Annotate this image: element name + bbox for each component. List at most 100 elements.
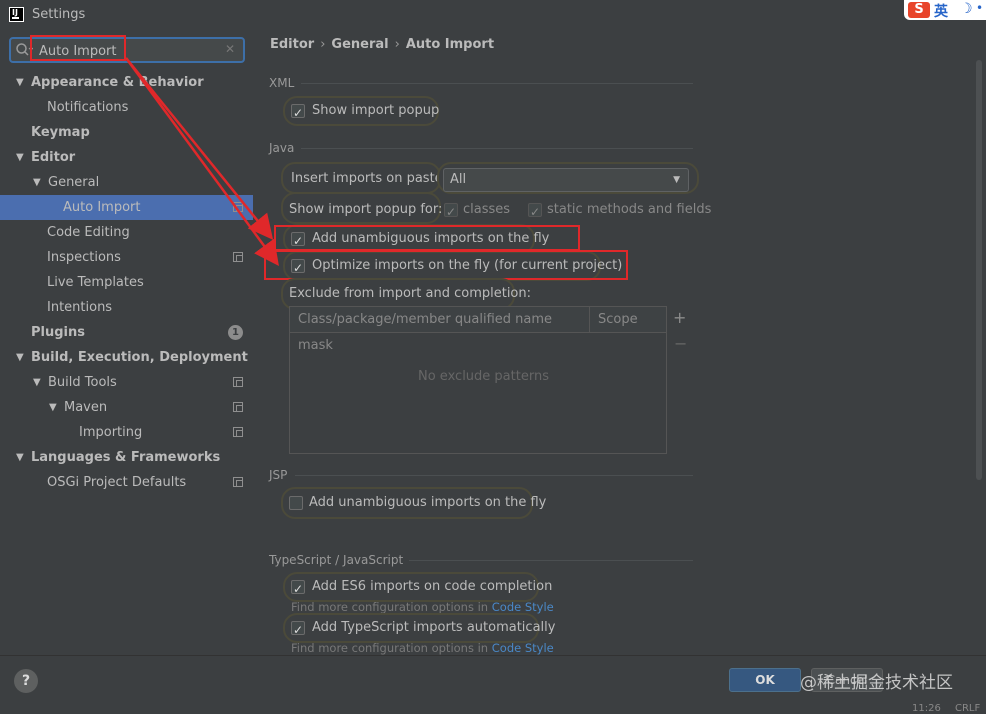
sidebar-item-languages-frameworks[interactable]: ▼ Languages & Frameworks xyxy=(0,445,253,470)
sidebar-item-label: Importing xyxy=(79,425,143,440)
ime-toolbar[interactable]: S 英 ☽ • xyxy=(904,0,986,20)
sidebar-item-label: Intentions xyxy=(47,300,113,315)
code-style-link[interactable]: Code Style xyxy=(492,641,554,655)
sidebar-item-live-templates[interactable]: Live Templates xyxy=(0,270,253,295)
project-scope-icon xyxy=(233,427,243,437)
static-methods-checkbox[interactable] xyxy=(528,199,542,225)
hint-text: Find more configuration options in xyxy=(291,600,489,614)
sidebar-item-keymap[interactable]: Keymap xyxy=(0,120,253,145)
section-divider xyxy=(301,83,693,84)
java-section-title: Java xyxy=(269,141,295,155)
watermark: @稀土掘金技术社区 xyxy=(800,673,953,693)
es6-imports-label[interactable]: Add ES6 imports on code completion xyxy=(312,574,552,600)
clear-search-icon[interactable]: ✕ xyxy=(225,42,235,56)
punctuation-icon[interactable]: • xyxy=(976,1,983,15)
project-scope-icon xyxy=(233,202,243,212)
sidebar-item-importing[interactable]: Importing xyxy=(0,420,253,445)
code-style-link[interactable]: Code Style xyxy=(492,600,554,614)
search-input[interactable] xyxy=(39,42,219,60)
sidebar-item-osgi-project-defaults[interactable]: OSGi Project Defaults xyxy=(0,470,253,495)
expand-arrow-icon[interactable]: ▼ xyxy=(33,170,41,195)
ok-button[interactable]: OK xyxy=(729,668,801,692)
expand-arrow-icon[interactable]: ▼ xyxy=(16,445,24,470)
sidebar-item-label: General xyxy=(48,175,100,190)
sidebar-item-build-execution-deployment[interactable]: ▼ Build, Execution, Deployment xyxy=(0,345,253,370)
empty-table-text: No exclude patterns xyxy=(418,369,549,384)
settings-search-box[interactable]: ✕ xyxy=(9,37,245,63)
expand-arrow-icon[interactable]: ▼ xyxy=(16,70,24,95)
ime-language-toggle[interactable]: 英 xyxy=(934,1,948,21)
classes-checkbox[interactable] xyxy=(444,199,458,225)
status-time: 11:26 xyxy=(912,703,941,714)
sidebar-item-label: Languages & Frameworks xyxy=(31,450,221,465)
project-scope-icon xyxy=(233,402,243,412)
static-methods-label[interactable]: static methods and fields xyxy=(547,197,711,223)
vertical-scrollbar[interactable] xyxy=(976,60,982,480)
jsp-add-unambiguous-checkbox[interactable] xyxy=(289,496,303,510)
help-button[interactable]: ? xyxy=(14,669,38,693)
table-header: Class/package/member qualified name mask… xyxy=(290,307,666,353)
sidebar-item-label: Editor xyxy=(31,150,76,165)
breadcrumb-separator: › xyxy=(394,37,400,52)
sidebar-item-label: Auto Import xyxy=(63,200,141,215)
column-header-scope[interactable]: Scope xyxy=(590,307,666,333)
sidebar-item-label: Plugins xyxy=(31,325,85,340)
sidebar-item-label: Notifications xyxy=(47,100,129,115)
moon-icon[interactable]: ☽ xyxy=(960,1,973,17)
breadcrumb-general: General xyxy=(331,37,389,52)
remove-pattern-button[interactable]: − xyxy=(674,334,687,353)
sidebar-item-inspections[interactable]: Inspections xyxy=(0,245,253,270)
jsp-section-title: JSP xyxy=(269,468,288,482)
settings-content-panel: Editor › General › Auto Import XML Show impo… xyxy=(254,30,986,655)
sidebar-item-intentions[interactable]: Intentions xyxy=(0,295,253,320)
breadcrumb: Editor › General › Auto Import xyxy=(270,37,494,52)
classes-label[interactable]: classes xyxy=(463,197,510,223)
xml-show-import-popup-checkbox[interactable] xyxy=(291,100,305,126)
column-header-mask[interactable]: Class/package/member qualified name mask xyxy=(290,307,590,353)
jsp-add-unambiguous-label[interactable]: Add unambiguous imports on the fly xyxy=(309,490,546,516)
expand-arrow-icon[interactable]: ▼ xyxy=(49,395,57,420)
sidebar-item-code-editing[interactable]: Code Editing xyxy=(0,220,253,245)
sidebar-item-maven[interactable]: ▼ Maven xyxy=(0,395,253,420)
insert-on-paste-select[interactable]: All ▼ xyxy=(443,168,689,192)
breadcrumb-auto-import: Auto Import xyxy=(405,37,495,52)
expand-arrow-icon[interactable]: ▼ xyxy=(16,145,24,170)
search-icon xyxy=(16,43,33,56)
exclude-patterns-table[interactable]: Class/package/member qualified name mask… xyxy=(289,306,667,454)
xml-show-import-popup-label[interactable]: Show import popup xyxy=(312,98,439,124)
expand-arrow-icon[interactable]: ▼ xyxy=(16,345,24,370)
sidebar-item-appearance-behavior[interactable]: ▼ Appearance & Behavior xyxy=(0,70,253,95)
es6-imports-checkbox[interactable] xyxy=(291,576,305,602)
intellij-logo-icon: IJ xyxy=(9,7,24,22)
insert-on-paste-value: All xyxy=(450,172,467,187)
sidebar-item-general[interactable]: ▼ General xyxy=(0,170,253,195)
es6-hint: Find more configuration options in Code … xyxy=(291,600,554,614)
sidebar-item-notifications[interactable]: Notifications xyxy=(0,95,253,120)
expand-arrow-icon[interactable]: ▼ xyxy=(33,370,41,395)
ts-auto-imports-label[interactable]: Add TypeScript imports automatically xyxy=(312,615,555,641)
sidebar-item-auto-import[interactable]: Auto Import xyxy=(0,195,253,220)
section-divider xyxy=(295,475,693,476)
settings-sidebar: ✕ ▼ Appearance & Behavior Notifications Key… xyxy=(0,30,253,655)
dialog-footer: ? OK Cancel @稀土掘金技术社区 11:26 CRLF xyxy=(0,655,986,714)
red-annotation-box xyxy=(274,225,580,251)
red-annotation-box xyxy=(264,250,628,280)
breadcrumb-separator: › xyxy=(320,37,326,52)
sidebar-item-label: OSGi Project Defaults xyxy=(47,475,187,490)
dropdown-arrow-icon: ▼ xyxy=(673,175,680,185)
title-bar: IJ Settings S 英 ☽ • xyxy=(0,0,986,30)
sogou-icon[interactable]: S xyxy=(908,2,930,18)
sidebar-item-label: Code Editing xyxy=(47,225,130,240)
sidebar-item-label: Inspections xyxy=(47,250,121,265)
sidebar-item-label: Live Templates xyxy=(47,275,144,290)
breadcrumb-editor: Editor xyxy=(270,37,315,52)
window-title: Settings xyxy=(32,7,86,22)
exclude-label: Exclude from import and completion: xyxy=(289,286,531,301)
sidebar-item-plugins[interactable]: Plugins 1 xyxy=(0,320,253,345)
add-pattern-button[interactable]: + xyxy=(673,308,686,327)
ts-auto-imports-checkbox[interactable] xyxy=(291,617,305,643)
project-scope-icon xyxy=(233,477,243,487)
sidebar-item-build-tools[interactable]: ▼ Build Tools xyxy=(0,370,253,395)
sidebar-item-editor[interactable]: ▼ Editor xyxy=(0,145,253,170)
status-line-separator: CRLF xyxy=(955,703,981,714)
